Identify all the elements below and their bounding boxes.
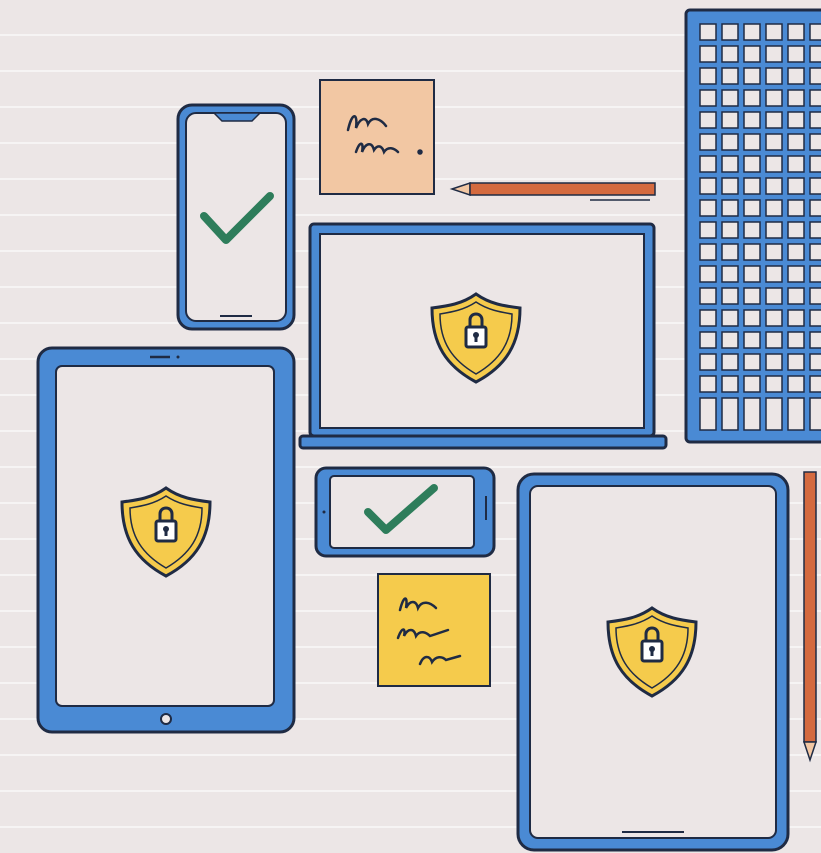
keyboard <box>684 8 821 444</box>
pencil-vertical <box>802 471 818 763</box>
phone-horizontal <box>314 466 496 558</box>
sticky-note-yellow <box>377 573 491 687</box>
sticky-note-peach <box>319 79 435 195</box>
tablet-left <box>36 346 296 734</box>
security-devices-illustration <box>36 8 821 852</box>
tablet-right <box>516 472 790 852</box>
phone-vertical <box>176 103 296 331</box>
pencil-horizontal <box>449 181 656 201</box>
laptop <box>298 222 668 450</box>
